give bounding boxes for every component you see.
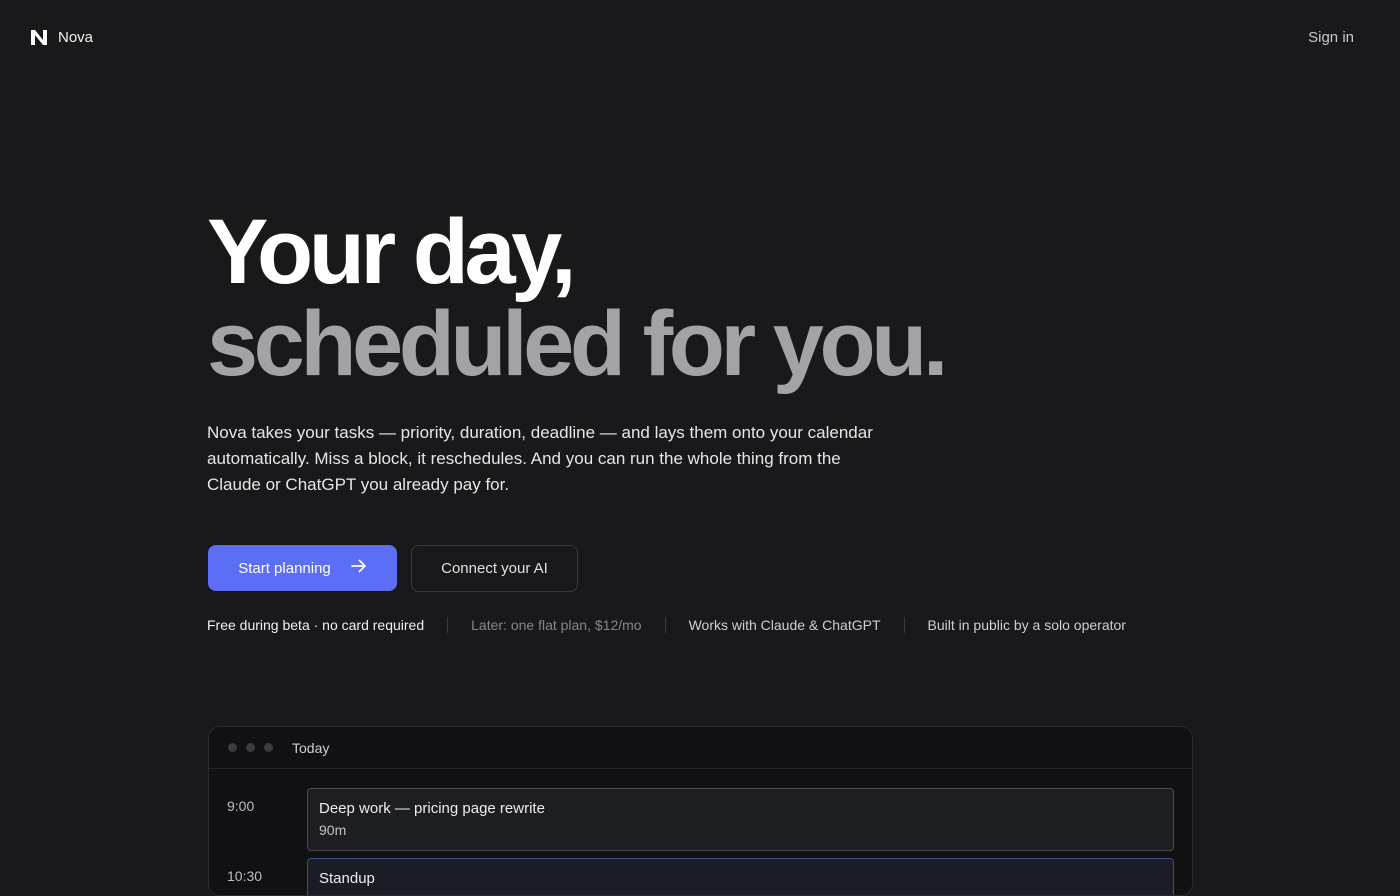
brand-name: Nova — [58, 29, 94, 46]
time-label: 10:30 — [227, 868, 263, 884]
start-planning-label: Start planning — [238, 559, 331, 577]
fact-item: Free during beta · no card required — [207, 617, 425, 633]
calendar-preview: Today 9:00 Deep work — pricing page rewr… — [208, 726, 1193, 896]
schedule-block[interactable]: Deep work — pricing page rewrite 90m — [307, 788, 1174, 851]
hero-description: Nova takes your tasks — priority, durati… — [207, 423, 873, 494]
time-label: 9:00 — [227, 798, 255, 814]
fact-item: Built in public by a solo operator — [927, 617, 1126, 633]
cta-group: Start planning Connect your AI — [208, 545, 578, 592]
block-title: Standup — [319, 870, 375, 887]
arrow-right-icon — [350, 559, 367, 577]
top-nav: Nova Sign in — [0, 0, 1400, 75]
window-titlebar: Today — [209, 727, 1192, 769]
feature-facts: Free during beta · no card required Late… — [207, 615, 1126, 635]
window-dot-icon — [246, 743, 255, 752]
schedule-row: 10:30 Standup — [227, 858, 1174, 895]
n-logo-icon — [30, 29, 48, 46]
window-dot-icon — [264, 743, 273, 752]
divider — [447, 617, 449, 633]
divider — [903, 617, 905, 633]
start-planning-button[interactable]: Start planning — [208, 545, 397, 591]
window-title: Today — [292, 739, 330, 756]
divider — [664, 617, 666, 633]
sign-in-link[interactable]: Sign in — [1308, 29, 1354, 46]
window-dot-icon — [228, 743, 237, 752]
fact-item: Works with Claude & ChatGPT — [688, 617, 881, 633]
block-duration: 90m — [319, 822, 347, 838]
hero-headline: Your day, scheduled for you. — [207, 206, 1207, 390]
connect-ai-button[interactable]: Connect your AI — [411, 545, 578, 592]
fact-item: Later: one flat plan, $12/mo — [471, 617, 642, 633]
schedule-row: 9:00 Deep work — pricing page rewrite 90… — [227, 788, 1174, 851]
headline-line-2: scheduled for you. — [207, 293, 948, 395]
headline-line-1: Your day, — [207, 201, 577, 303]
schedule-block[interactable]: Standup — [307, 858, 1174, 895]
brand[interactable]: Nova — [30, 29, 93, 46]
page-title: Your day, scheduled for you. — [207, 206, 1207, 390]
block-title: Deep work — pricing page rewrite — [319, 800, 545, 817]
